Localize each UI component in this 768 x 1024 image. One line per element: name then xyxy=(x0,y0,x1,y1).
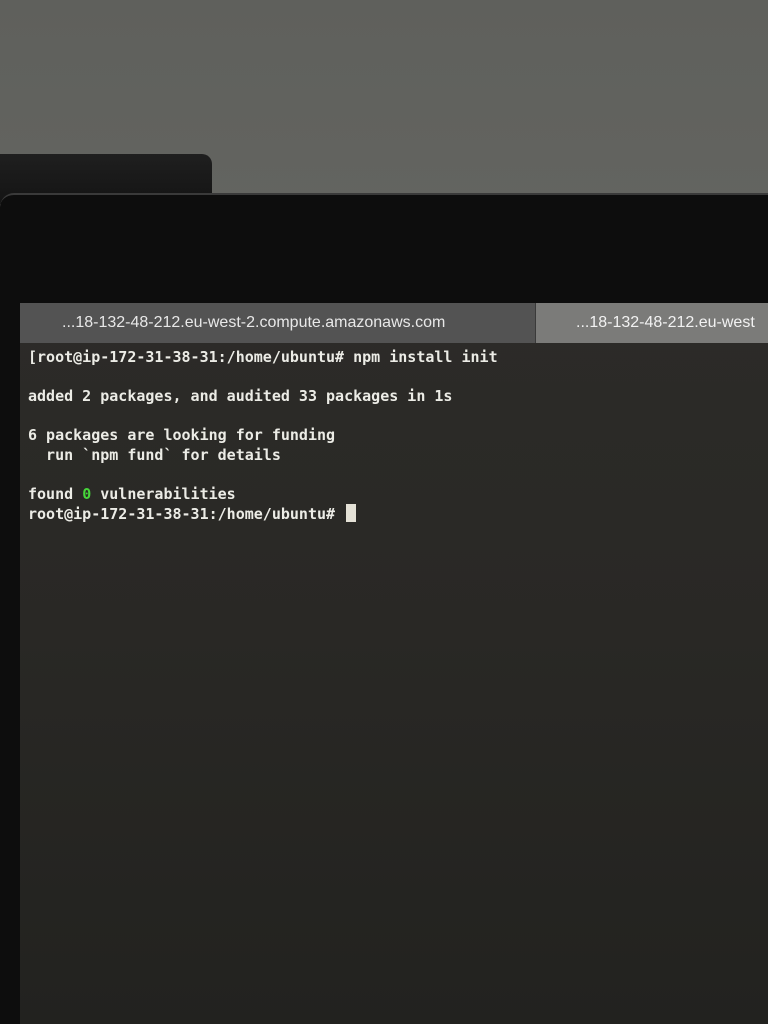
vulnerabilities-suffix: vulnerabilities xyxy=(91,485,236,503)
text-cursor xyxy=(346,504,357,522)
vulnerability-count: 0 xyxy=(82,485,92,503)
terminal-window: ...18-132-48-212.eu-west-2.compute.amazo… xyxy=(20,303,768,1024)
photo-scene: ...18-132-48-212.eu-west-2.compute.amazo… xyxy=(0,0,768,1024)
output-line-fund-hint: run `npm fund` for details xyxy=(28,446,281,464)
tab-ssh-session-2[interactable]: ...18-132-48-212.eu-west xyxy=(535,303,768,343)
vulnerabilities-prefix: found xyxy=(28,485,83,503)
tab-label: ...18-132-48-212.eu-west xyxy=(576,314,755,331)
prompt-line[interactable]: root@ip-172-31-38-31:/home/ubuntu# xyxy=(28,504,768,524)
output-line-vulnerabilities: found 0 vulnerabilities xyxy=(28,484,768,504)
terminal-tab-bar: ...18-132-48-212.eu-west-2.compute.amazo… xyxy=(20,303,768,343)
tab-label: ...18-132-48-212.eu-west-2.compute.amazo… xyxy=(62,314,446,331)
tab-ssh-session-1[interactable]: ...18-132-48-212.eu-west-2.compute.amazo… xyxy=(20,303,535,343)
terminal-output[interactable]: [root@ip-172-31-38-31:/home/ubuntu# npm … xyxy=(28,347,768,524)
shell-prompt: root@ip-172-31-38-31:/home/ubuntu# xyxy=(28,505,345,523)
command-line: [root@ip-172-31-38-31:/home/ubuntu# npm … xyxy=(28,348,498,366)
output-line-funding: 6 packages are looking for funding xyxy=(28,426,336,444)
output-line-added: added 2 packages, and audited 33 package… xyxy=(28,387,453,405)
